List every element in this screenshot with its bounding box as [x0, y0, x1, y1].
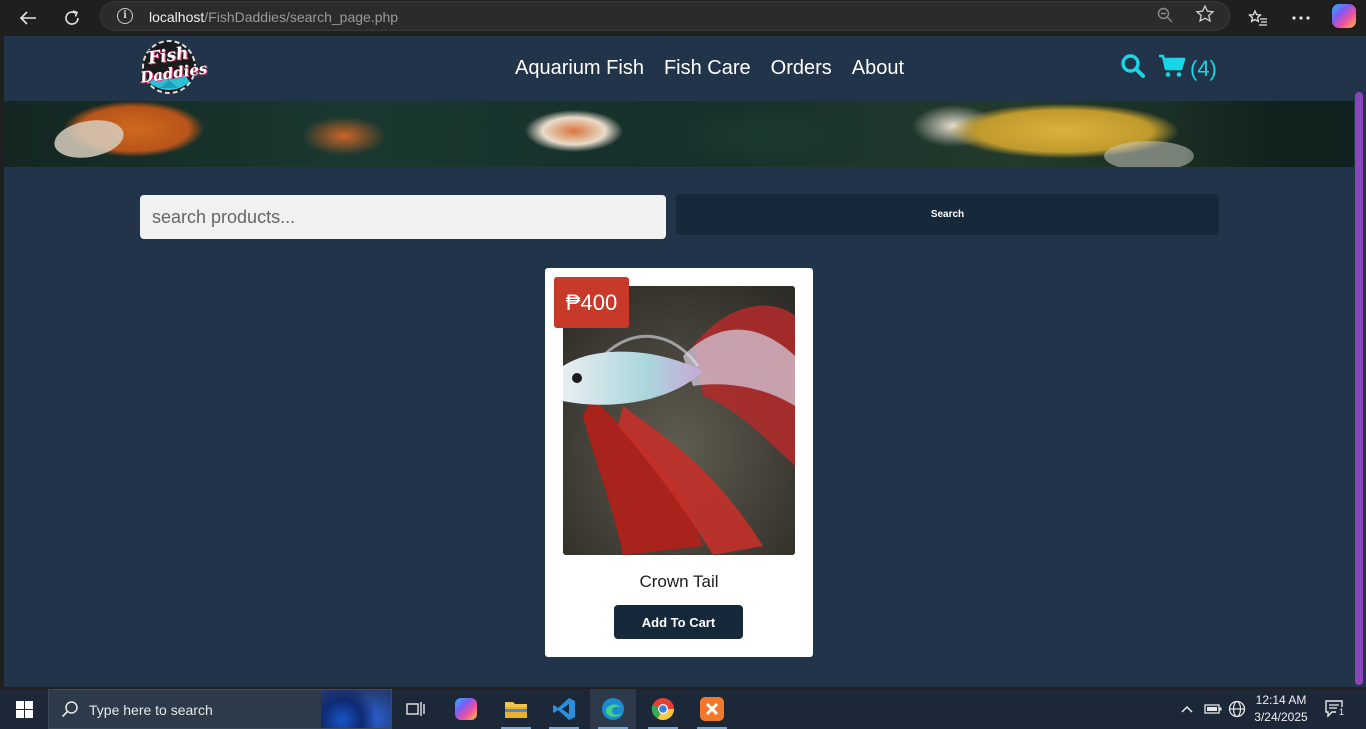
search-button[interactable]: Search	[676, 194, 1219, 235]
notification-count: 1	[1336, 707, 1347, 718]
nav-orders[interactable]: Orders	[771, 57, 832, 80]
site-header: Fish Daddies Aquarium Fish Fish Care Ord…	[4, 36, 1354, 101]
search-input[interactable]	[140, 195, 666, 239]
browser-toolbar: i localhost/FishDaddies/search_page.php	[0, 0, 1366, 36]
clock-time: 12:14 AM	[1255, 693, 1307, 707]
taskbar-search-placeholder: Type here to search	[89, 702, 213, 718]
search-icon[interactable]	[1120, 53, 1146, 84]
file-explorer-icon[interactable]	[493, 689, 539, 729]
copilot-taskbar-icon[interactable]	[443, 689, 489, 729]
copilot-icon[interactable]	[1332, 4, 1356, 28]
notification-center-icon[interactable]: 1	[1324, 689, 1347, 729]
start-windows-icon[interactable]	[0, 689, 48, 729]
taskbar-search-box[interactable]: Type here to search	[48, 689, 392, 729]
show-hidden-icons-chevron-icon[interactable]	[1180, 689, 1194, 729]
product-card: ₱400 Crown Tail Add To Cart	[545, 268, 813, 657]
address-bar[interactable]: i localhost/FishDaddies/search_page.php	[100, 1, 1230, 31]
favorite-star-icon[interactable]	[1195, 4, 1215, 30]
nav-aquarium-fish[interactable]: Aquarium Fish	[515, 57, 644, 80]
edge-browser-icon[interactable]	[590, 689, 636, 729]
cart-icon[interactable]	[1158, 54, 1186, 83]
site-info-icon[interactable]: i	[117, 8, 133, 24]
task-view-icon[interactable]	[393, 689, 439, 729]
network-globe-icon[interactable]	[1228, 689, 1246, 729]
site-logo[interactable]: Fish Daddies	[138, 38, 208, 96]
main-nav: Aquarium Fish Fish Care Orders About	[515, 57, 904, 80]
zoom-icon[interactable]	[1157, 7, 1173, 28]
product-name: Crown Tail	[639, 572, 719, 591]
header-icons: (4)	[1120, 53, 1217, 84]
add-to-cart-button[interactable]: Add To Cart	[614, 605, 743, 639]
refresh-icon[interactable]	[58, 4, 86, 32]
nav-fish-care[interactable]: Fish Care	[664, 57, 751, 80]
taskbar-search-icon	[61, 700, 79, 723]
xampp-icon[interactable]	[689, 689, 735, 729]
system-clock[interactable]: 12:14 AM 3/24/2025	[1248, 692, 1314, 726]
favorites-icon[interactable]	[1243, 4, 1273, 32]
price-badge: ₱400	[554, 277, 629, 328]
vscode-icon[interactable]	[541, 689, 587, 729]
page-viewport: Fish Daddies Aquarium Fish Fish Care Ord…	[4, 36, 1366, 687]
nav-about[interactable]: About	[852, 57, 904, 80]
url-text[interactable]: localhost/FishDaddies/search_page.php	[149, 9, 398, 25]
back-arrow-icon[interactable]	[14, 4, 42, 32]
koi-banner-image	[4, 101, 1354, 167]
battery-icon[interactable]	[1204, 689, 1222, 729]
clock-date: 3/24/2025	[1254, 710, 1308, 724]
more-options-icon[interactable]	[1286, 4, 1316, 32]
cart-count[interactable]: (4)	[1190, 56, 1217, 82]
search-highlight-image	[321, 690, 391, 728]
page-scrollbar[interactable]	[1355, 92, 1363, 685]
chrome-browser-icon[interactable]	[640, 689, 686, 729]
windows-taskbar: Type here to search 12:14 AM 3/24/2025 1	[0, 689, 1366, 729]
